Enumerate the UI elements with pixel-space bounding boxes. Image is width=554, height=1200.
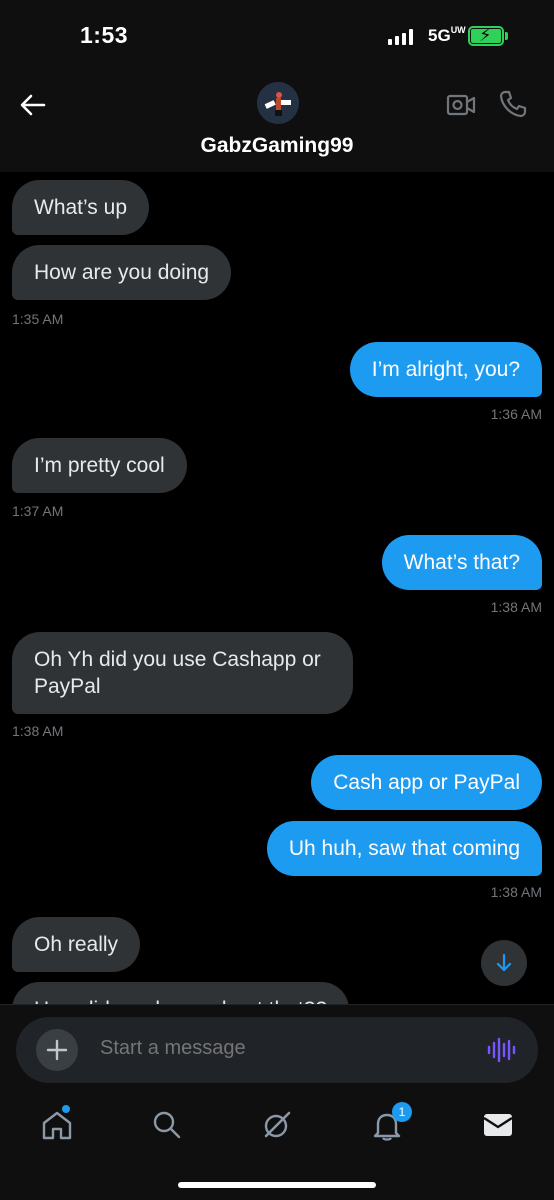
message-timestamp: 1:38 AM <box>12 723 64 739</box>
battery-cap <box>505 32 508 40</box>
video-camera-icon <box>446 94 476 116</box>
avatar[interactable] <box>257 82 299 124</box>
nav-home[interactable] <box>40 1108 74 1142</box>
message-bubble-outgoing[interactable]: I’m alright, you? <box>349 342 542 397</box>
home-icon <box>42 1111 72 1140</box>
network-type: 5G <box>428 26 451 45</box>
message-timestamp: 1:36 AM <box>490 406 542 422</box>
status-time: 1:53 <box>80 22 129 48</box>
add-media-button[interactable] <box>36 1029 78 1071</box>
network-sup: UW <box>450 25 466 35</box>
status-bar: 1:53 5GUW ⚡ <box>0 0 554 72</box>
charging-bolt-icon: ⚡ <box>479 25 492 45</box>
message-composer <box>16 1017 538 1083</box>
home-notification-dot <box>62 1105 70 1113</box>
message-bubble-incoming[interactable]: How did you know about that?? <box>12 982 350 1004</box>
back-arrow-icon <box>20 94 46 116</box>
message-list[interactable]: What’s up How are you doing 1:35 AM I’m … <box>0 172 554 1004</box>
search-icon <box>153 1111 181 1139</box>
video-call-button[interactable] <box>446 90 476 120</box>
audio-waveform-icon <box>487 1037 516 1063</box>
message-bubble-outgoing[interactable]: Cash app or PayPal <box>311 755 542 810</box>
signal-icon <box>388 29 413 45</box>
message-bubble-incoming[interactable]: Oh really <box>12 917 141 972</box>
network-label: 5GUW <box>428 25 466 46</box>
conversation-header: GabzGaming99 <box>0 72 554 172</box>
message-timestamp: 1:38 AM <box>490 884 542 900</box>
voice-call-button[interactable] <box>498 89 528 119</box>
back-button[interactable] <box>18 90 48 120</box>
nav-messages[interactable] <box>481 1108 515 1142</box>
phone-icon <box>499 90 527 118</box>
envelope-icon <box>483 1114 513 1136</box>
nav-grok[interactable] <box>260 1108 294 1142</box>
nav-search[interactable] <box>150 1108 184 1142</box>
notifications-badge: 1 <box>392 1102 412 1122</box>
voice-message-button[interactable] <box>486 1037 516 1063</box>
scroll-to-bottom-button[interactable] <box>481 940 527 986</box>
grok-icon <box>264 1111 291 1138</box>
plus-icon <box>46 1039 68 1061</box>
message-input[interactable] <box>100 1037 460 1060</box>
message-bubble-incoming[interactable]: What’s up <box>12 180 149 235</box>
message-timestamp: 1:37 AM <box>12 503 64 519</box>
message-timestamp: 1:38 AM <box>490 599 542 615</box>
message-bubble-incoming[interactable]: Oh Yh did you use Cashapp or PayPal <box>12 632 353 714</box>
message-timestamp: 1:35 AM <box>12 311 64 327</box>
contact-name[interactable]: GabzGaming99 <box>0 134 554 158</box>
avatar-image <box>257 82 299 124</box>
message-bubble-outgoing[interactable]: What’s that? <box>381 535 542 590</box>
composer-area <box>0 1004 554 1092</box>
message-bubble-outgoing[interactable]: Uh huh, saw that coming <box>266 821 542 876</box>
message-bubble-incoming[interactable]: How are you doing <box>12 245 232 300</box>
message-bubble-incoming[interactable]: I’m pretty cool <box>12 438 187 493</box>
home-indicator[interactable] <box>178 1182 376 1188</box>
arrow-down-icon <box>496 953 512 972</box>
